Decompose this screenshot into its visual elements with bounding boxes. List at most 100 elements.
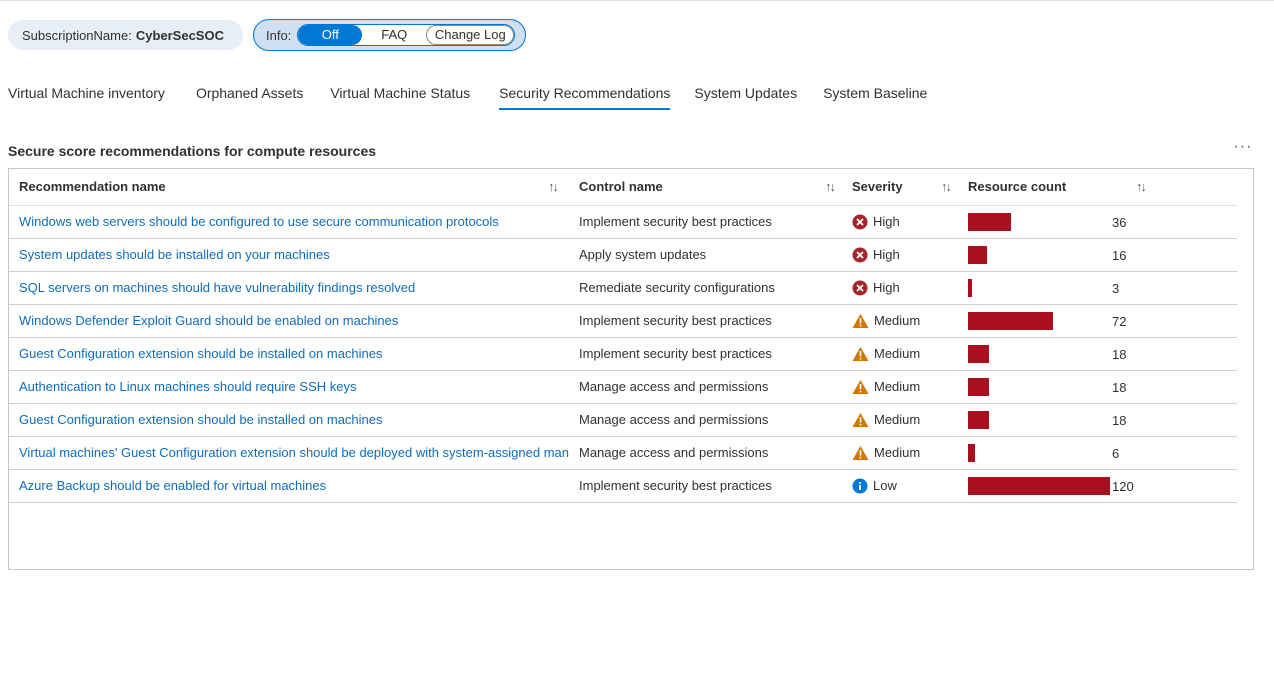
recommendation-link[interactable]: Guest Configuration extension should be … xyxy=(19,412,569,427)
table-row[interactable]: Virtual machines' Guest Configuration ex… xyxy=(9,436,1237,470)
sort-icon[interactable]: ↑↓ xyxy=(941,179,958,194)
table-row[interactable]: SQL servers on machines should have vuln… xyxy=(9,271,1237,305)
resource-count-cell: 120 xyxy=(958,469,1237,503)
sort-icon[interactable]: ↑↓ xyxy=(548,179,569,194)
info-label: Info: xyxy=(266,27,292,43)
subscription-dropdown[interactable]: SubscriptionName: CyberSecSOC xyxy=(8,20,243,50)
recommendation-link[interactable]: Authentication to Linux machines should … xyxy=(19,379,569,394)
subscription-value: CyberSecSOC xyxy=(135,27,224,43)
severity-label: Medium xyxy=(874,445,921,460)
resource-count-bar xyxy=(968,278,972,297)
sort-icon[interactable]: ↑↓ xyxy=(825,179,842,194)
subscription-label: SubscriptionName: xyxy=(22,27,132,43)
table-row[interactable]: Windows Defender Exploit Guard should be… xyxy=(9,304,1237,338)
column-header-severity[interactable]: Severity ↑↓ xyxy=(842,169,958,206)
recommendation-link[interactable]: Windows Defender Exploit Guard should be… xyxy=(19,313,569,328)
recommendations-grid: Recommendation name ↑↓ Control name ↑↓ S… xyxy=(8,168,1254,570)
resource-count-cell: 18 xyxy=(958,403,1237,437)
more-options-icon[interactable]: ··· xyxy=(1233,139,1253,160)
resource-count-visual: 72 xyxy=(968,305,1237,337)
recommendation-cell: System updates should be installed on yo… xyxy=(9,238,569,272)
error-circle-icon xyxy=(852,247,868,262)
resource-count-bar xyxy=(968,245,987,264)
control-name: Implement security best practices xyxy=(579,478,772,493)
severity-label: Medium xyxy=(874,313,921,328)
control-cell: Implement security best practices xyxy=(569,469,842,503)
tab-security-recommendations[interactable]: Security Recommendations xyxy=(499,84,671,110)
column-header-resource-count[interactable]: Resource count ↑↓ xyxy=(958,169,1237,206)
error-circle-icon xyxy=(852,214,868,229)
info-option-change-log[interactable]: Change Log xyxy=(426,25,515,45)
recommendation-cell: Virtual machines' Guest Configuration ex… xyxy=(9,436,569,470)
column-header-control-name[interactable]: Control name ↑↓ xyxy=(569,169,842,206)
severity-label: High xyxy=(873,214,900,229)
info-option-faq[interactable]: FAQ xyxy=(362,25,427,45)
recommendation-cell: Windows Defender Exploit Guard should be… xyxy=(9,304,569,338)
resource-count-visual: 6 xyxy=(968,437,1237,469)
resource-count-cell: 72 xyxy=(958,304,1237,338)
tab-system-baseline[interactable]: System Baseline xyxy=(823,84,927,110)
resource-count-visual: 36 xyxy=(968,206,1237,238)
table-row[interactable]: Guest Configuration extension should be … xyxy=(9,403,1237,437)
table-row[interactable]: System updates should be installed on yo… xyxy=(9,238,1237,272)
severity-badge: Medium xyxy=(852,412,958,428)
recommendation-cell: SQL servers on machines should have vuln… xyxy=(9,271,569,305)
control-cell: Remediate security configurations xyxy=(569,271,842,305)
warning-triangle-icon xyxy=(852,445,869,460)
tab-system-updates[interactable]: System Updates xyxy=(694,84,797,110)
column-label: Resource count xyxy=(968,179,1067,195)
table-row[interactable]: Authentication to Linux machines should … xyxy=(9,370,1237,404)
recommendation-link[interactable]: System updates should be installed on yo… xyxy=(19,247,569,262)
resource-count-cell: 18 xyxy=(958,337,1237,371)
recommendation-link[interactable]: Guest Configuration extension should be … xyxy=(19,346,569,361)
warning-triangle-icon xyxy=(852,346,869,361)
severity-cell: Medium xyxy=(842,337,958,371)
resource-count-bar xyxy=(968,377,989,396)
resource-count-bar xyxy=(968,476,1110,495)
severity-label: Low xyxy=(873,478,897,493)
column-label: Recommendation name xyxy=(19,179,166,195)
resource-count-value: 3 xyxy=(1112,280,1120,296)
table-row[interactable]: Guest Configuration extension should be … xyxy=(9,337,1237,371)
sort-icon[interactable]: ↑↓ xyxy=(1136,179,1153,194)
severity-badge: Low xyxy=(852,478,958,494)
recommendation-cell: Azure Backup should be enabled for virtu… xyxy=(9,469,569,503)
error-circle-icon xyxy=(852,280,868,295)
tab-orphaned-assets[interactable]: Orphaned Assets xyxy=(196,84,303,110)
tab-virtual-machine-status[interactable]: Virtual Machine Status xyxy=(330,84,470,110)
resource-count-bar xyxy=(968,344,989,363)
severity-badge: High xyxy=(852,214,958,230)
tab-virtual-machine-inventory[interactable]: Virtual Machine inventory xyxy=(8,84,165,110)
table-row[interactable]: Azure Backup should be enabled for virtu… xyxy=(9,469,1237,503)
recommendation-cell: Guest Configuration extension should be … xyxy=(9,403,569,437)
severity-cell: High xyxy=(842,205,958,239)
resource-count-bar xyxy=(968,443,975,462)
table-row[interactable]: Windows web servers should be configured… xyxy=(9,205,1237,239)
severity-cell: High xyxy=(842,238,958,272)
info-circle-icon xyxy=(852,478,868,493)
column-header-recommendation-name[interactable]: Recommendation name ↑↓ xyxy=(9,169,569,206)
resource-count-bar xyxy=(968,311,1053,330)
resource-count-value: 72 xyxy=(1112,313,1127,329)
resource-count-cell: 3 xyxy=(958,271,1237,305)
resource-count-visual: 18 xyxy=(968,371,1237,403)
severity-label: High xyxy=(873,247,900,262)
control-name: Implement security best practices xyxy=(579,313,772,328)
table-header-row: Recommendation name ↑↓ Control name ↑↓ S… xyxy=(9,169,1237,206)
column-label: Control name xyxy=(579,179,663,195)
control-name: Apply system updates xyxy=(579,247,707,262)
severity-label: Medium xyxy=(874,379,921,394)
recommendation-link[interactable]: Azure Backup should be enabled for virtu… xyxy=(19,478,569,493)
section-title: Secure score recommendations for compute… xyxy=(8,143,377,159)
recommendation-link[interactable]: Windows web servers should be configured… xyxy=(19,214,569,229)
severity-cell: Medium xyxy=(842,370,958,404)
resource-count-cell: 36 xyxy=(958,205,1237,239)
control-cell: Manage access and permissions xyxy=(569,370,842,404)
recommendation-cell: Authentication to Linux machines should … xyxy=(9,370,569,404)
resource-count-visual: 18 xyxy=(968,338,1237,370)
control-cell: Manage access and permissions xyxy=(569,403,842,437)
recommendation-link[interactable]: SQL servers on machines should have vuln… xyxy=(19,280,569,295)
top-divider xyxy=(0,0,1274,1)
info-option-off[interactable]: Off xyxy=(298,25,363,45)
recommendation-link[interactable]: Virtual machines' Guest Configuration ex… xyxy=(19,445,569,460)
